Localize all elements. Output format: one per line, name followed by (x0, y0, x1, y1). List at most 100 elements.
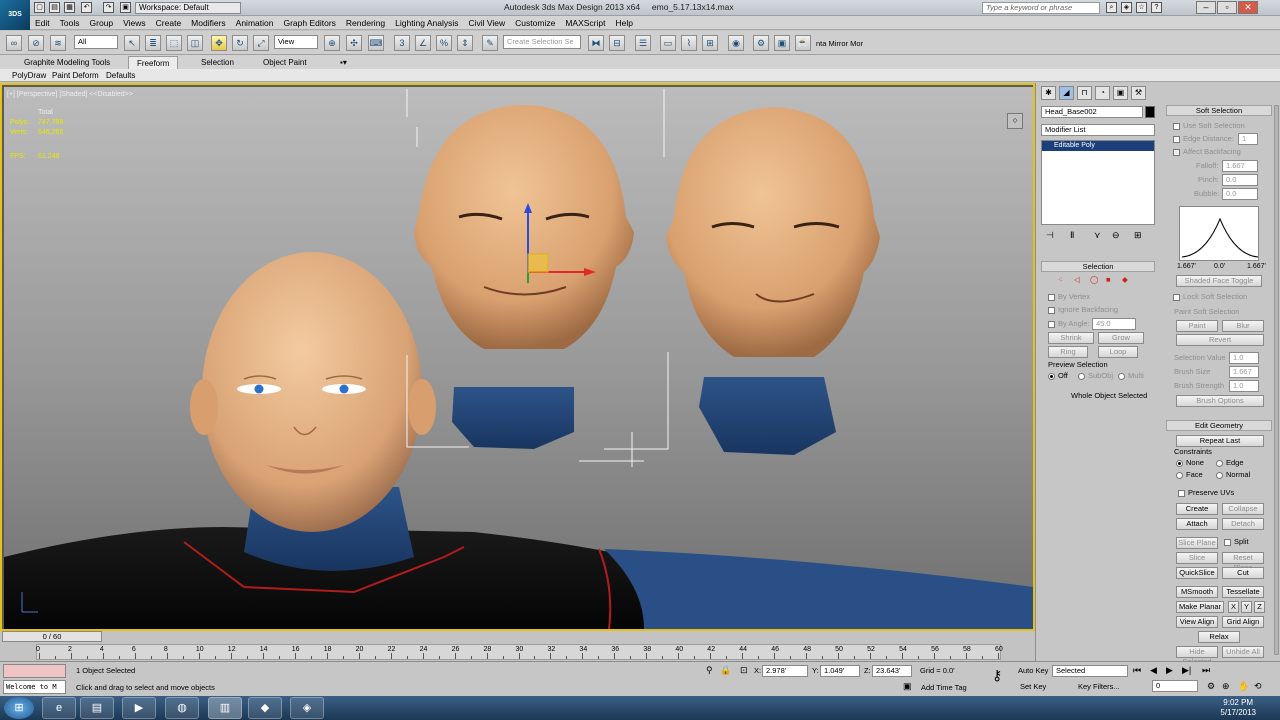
time-config-icon[interactable]: ⚙ (1207, 681, 1215, 691)
next-frame-icon[interactable]: ▶| (1182, 665, 1191, 675)
by-vertex-checkbox[interactable] (1048, 294, 1055, 301)
keyboard-shortcut-icon[interactable]: ⌨ (368, 35, 384, 51)
revert-button[interactable]: Revert (1176, 334, 1264, 346)
loop-button[interactable]: Loop (1098, 346, 1138, 358)
current-frame-field[interactable]: 0 (1152, 680, 1198, 692)
show-end-result-icon[interactable]: Ⅱ (1070, 230, 1074, 240)
time-tag-icon[interactable]: ▣ (903, 681, 912, 691)
menu-group[interactable]: Group (85, 16, 119, 30)
zoom-icon[interactable]: ⊕ (1222, 681, 1230, 691)
pan-icon[interactable]: ✋ (1238, 681, 1249, 691)
shrink-button[interactable]: Shrink (1048, 332, 1094, 344)
absolute-mode-icon[interactable]: ⊡ (740, 665, 748, 675)
lowpoly-head1[interactable] (414, 105, 634, 349)
menu-rendering[interactable]: Rendering (341, 16, 390, 30)
tessellate-button[interactable]: Tessellate (1222, 586, 1264, 598)
play-icon[interactable]: ▶ (1166, 665, 1173, 675)
tab-selection[interactable]: Selection (193, 56, 242, 69)
menu-tools[interactable]: Tools (55, 16, 85, 30)
new-file-icon[interactable]: ▢ (34, 2, 45, 13)
msmooth-button[interactable]: MSmooth (1176, 586, 1218, 598)
stack-item-editable-poly[interactable]: Editable Poly (1042, 141, 1154, 151)
defaults-panel[interactable]: Defaults (102, 69, 139, 82)
planar-y-button[interactable]: Y (1241, 601, 1252, 613)
affect-backfacing-checkbox[interactable] (1173, 149, 1180, 156)
constraint-normal-radio[interactable] (1216, 472, 1223, 479)
key-mode-dropdown[interactable]: Selected (1052, 665, 1128, 677)
curve-editor-icon[interactable]: ⌇ (681, 35, 697, 51)
brush-size-field[interactable]: 1.667 (1229, 366, 1259, 378)
align-icon[interactable]: ⊟ (609, 35, 625, 51)
goto-end-icon[interactable]: ⏭ (1202, 665, 1210, 675)
schematic-view-icon[interactable]: ⊞ (702, 35, 718, 51)
edit-geometry-rollout-header[interactable]: Edit Geometry (1166, 420, 1272, 431)
binoculars-icon[interactable]: ⌕ (1106, 2, 1117, 13)
soft-selection-rollout-header[interactable]: Soft Selection (1166, 105, 1272, 116)
view-align-button[interactable]: View Align (1176, 616, 1218, 628)
menu-customize[interactable]: Customize (510, 16, 560, 30)
rotate-icon[interactable]: ↻ (232, 35, 248, 51)
command-panel-scrollbar[interactable] (1274, 105, 1279, 655)
menu-graph-editors[interactable]: Graph Editors (278, 16, 340, 30)
link-icon[interactable]: ∞ (6, 35, 22, 51)
track-bar[interactable]: 0 2 4 6 8 10 12 14 16 18 20 22 24 26 28 30 32 34 36 38 40 42 4… (36, 644, 1003, 660)
app-taskbar-icon-2[interactable]: ◈ (290, 697, 324, 719)
material-editor-icon[interactable]: ◉ (728, 35, 744, 51)
constraint-face-radio[interactable] (1176, 472, 1183, 479)
preview-subobj-radio[interactable] (1078, 373, 1085, 380)
planar-x-button[interactable]: X (1228, 601, 1239, 613)
blur-button[interactable]: Blur (1222, 320, 1264, 332)
set-key-button[interactable]: Set Key (1020, 682, 1046, 692)
spinner-snap-icon[interactable]: ⇕ (457, 35, 473, 51)
lowpoly-head2[interactable] (666, 107, 880, 357)
scale-icon[interactable]: ⤢ (253, 35, 269, 51)
make-unique-icon[interactable]: ⋎ (1094, 230, 1101, 240)
preview-off-radio[interactable] (1048, 373, 1055, 380)
pin-stack-icon[interactable]: ⊣ (1046, 230, 1054, 240)
help-icon[interactable]: ? (1151, 2, 1162, 13)
ignore-backfacing-checkbox[interactable] (1048, 307, 1055, 314)
menu-modifiers[interactable]: Modifiers (186, 16, 230, 30)
selection-value-field[interactable]: 1.0 (1229, 352, 1259, 364)
named-selection-dropdown[interactable]: Create Selection Se (503, 35, 581, 49)
minimize-icon[interactable]: – (1196, 1, 1216, 14)
shaded-face-toggle-button[interactable]: Shaded Face Toggle (1176, 275, 1262, 287)
firefox-icon[interactable]: ◍ (165, 697, 199, 719)
repeat-last-button[interactable]: Repeat Last (1176, 435, 1264, 447)
save-icon[interactable]: ▦ (64, 2, 75, 13)
close-icon[interactable]: ✕ (1238, 1, 1258, 14)
x-coord-field[interactable]: 2.978' (762, 665, 808, 677)
mirror-icon[interactable]: ⧓ (588, 35, 604, 51)
goto-start-icon[interactable]: ⏮ (1133, 665, 1141, 675)
utilities-tab-icon[interactable]: ⚒ (1131, 86, 1146, 100)
remove-modifier-icon[interactable]: ⊖ (1112, 230, 1120, 240)
cut-button[interactable]: Cut (1222, 567, 1264, 579)
render-production-icon[interactable]: ☕ (795, 35, 811, 51)
toolbar-mirror-label[interactable]: nta Mirror Mor (816, 39, 863, 48)
unlink-icon[interactable]: ⊘ (28, 35, 44, 51)
tab-freeform[interactable]: Freeform (128, 56, 179, 69)
app-taskbar-icon-1[interactable]: ◆ (248, 697, 282, 719)
paint-button[interactable]: Paint (1176, 320, 1218, 332)
ie-icon[interactable]: e (42, 697, 76, 719)
add-time-tag[interactable]: Add Time Tag (921, 683, 967, 693)
redo-icon[interactable]: ↷ (103, 2, 114, 13)
time-slider[interactable]: 0 / 60 (2, 631, 102, 642)
percent-snap-icon[interactable]: % (436, 35, 452, 51)
menu-help[interactable]: Help (610, 16, 637, 30)
z-coord-field[interactable]: 23.643' (872, 665, 912, 677)
previous-frame-icon[interactable]: ◀ (1150, 665, 1157, 675)
menu-views[interactable]: Views (118, 16, 151, 30)
polydraw-panel[interactable]: PolyDraw (8, 69, 50, 82)
select-object-icon[interactable]: ↖ (124, 35, 140, 51)
hide-selected-button[interactable]: Hide Selected (1176, 646, 1218, 666)
menu-animation[interactable]: Animation (231, 16, 279, 30)
layer-manager-icon[interactable]: ☰ (635, 35, 651, 51)
key-icon[interactable]: ⚷ (992, 668, 1002, 682)
border-mode-icon[interactable]: ◯ (1090, 275, 1098, 285)
hierarchy-tab-icon[interactable]: ⊓ (1077, 86, 1092, 100)
viewcube-icon[interactable]: ◇ (1007, 113, 1023, 129)
attach-button[interactable]: Attach (1176, 518, 1218, 530)
preserve-uvs-checkbox[interactable] (1178, 490, 1185, 497)
falloff-field[interactable]: 1.667 (1222, 160, 1258, 172)
